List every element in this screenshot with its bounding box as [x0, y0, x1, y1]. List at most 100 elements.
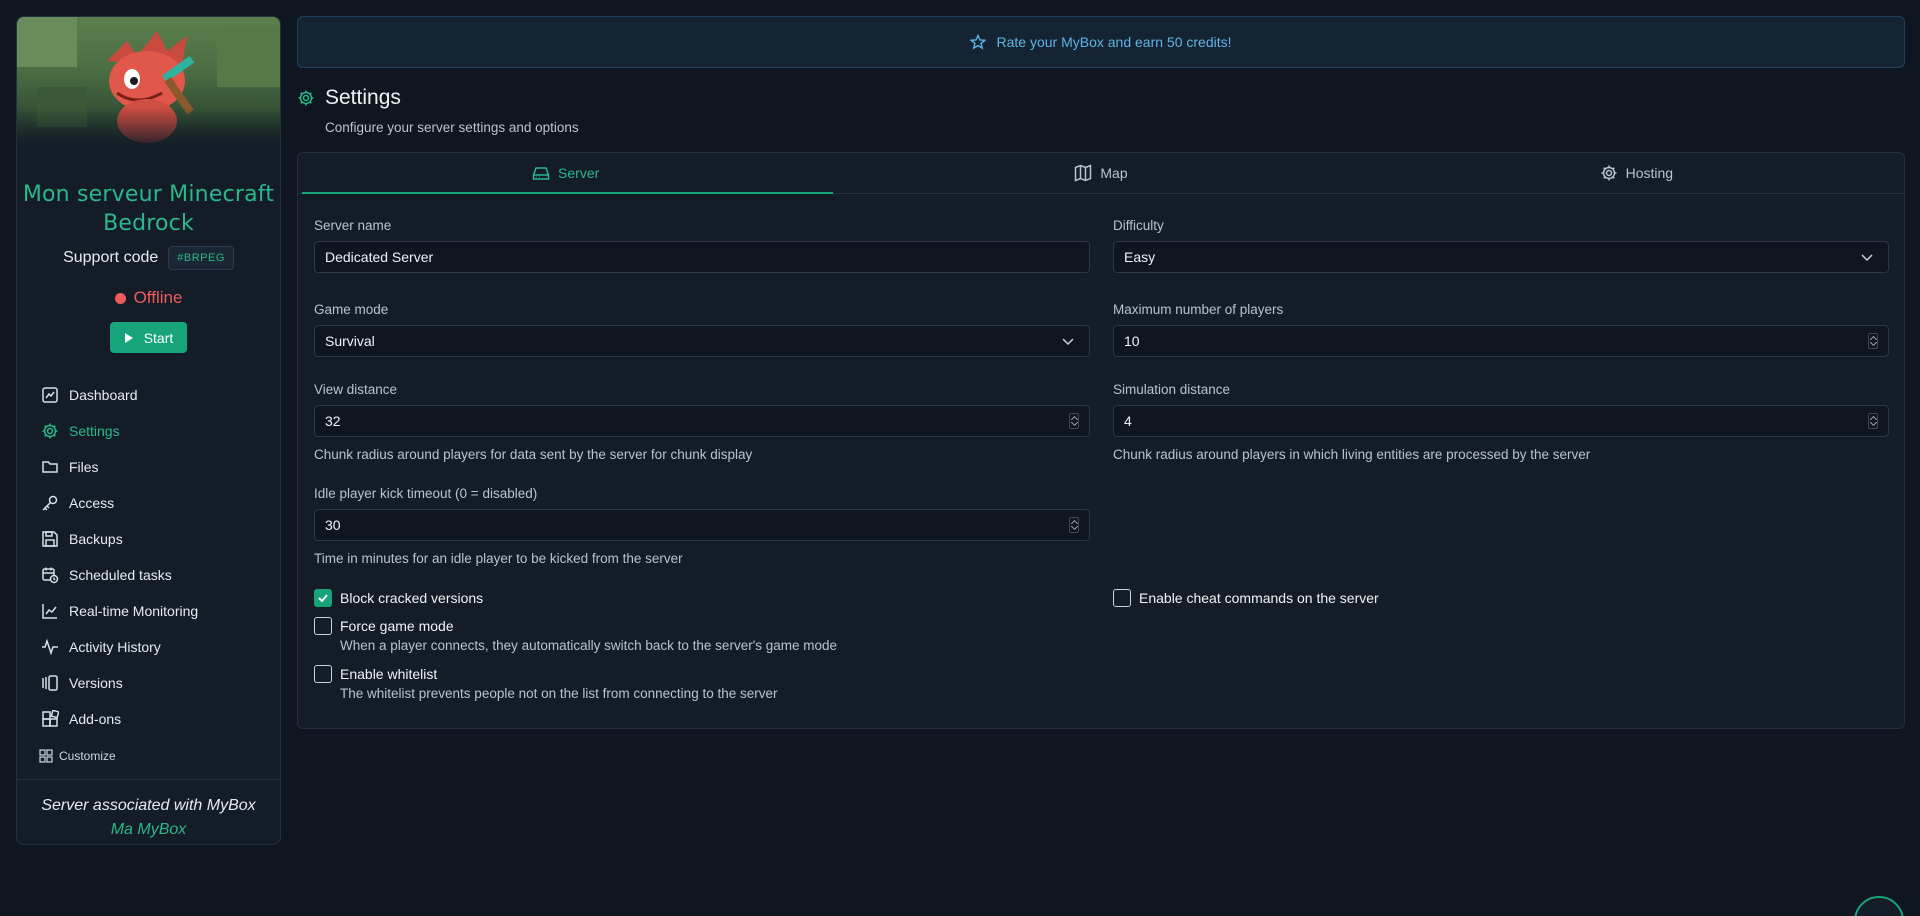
- save-icon: [42, 531, 58, 547]
- server-name-label: Server name: [314, 218, 392, 233]
- mybox-link[interactable]: Ma MyBox: [17, 818, 280, 842]
- start-button[interactable]: Start: [110, 322, 187, 353]
- chart-line-icon: [42, 604, 57, 619]
- whitelist-desc: The whitelist prevents people not on the…: [340, 686, 778, 701]
- sidebar-item-scheduled-tasks[interactable]: Scheduled tasks: [17, 557, 280, 593]
- sidebar-item-activity-history[interactable]: Activity History: [17, 629, 280, 665]
- server-name: Mon serveur Minecraft Bedrock: [22, 182, 275, 236]
- tab-label: Hosting: [1625, 165, 1674, 181]
- difficulty-label: Difficulty: [1113, 218, 1164, 233]
- difficulty-select[interactable]: Easy: [1113, 241, 1889, 273]
- sidebar-item-dashboard[interactable]: Dashboard: [17, 377, 280, 413]
- sidebar-item-backups[interactable]: Backups: [17, 521, 280, 557]
- sidebar-item-access[interactable]: Access: [17, 485, 280, 521]
- calendar-clock-icon: [42, 567, 59, 584]
- block-cracked-checkbox-row[interactable]: Block cracked versions: [314, 588, 483, 608]
- simulation-distance-help: Chunk radius around players in which liv…: [1113, 447, 1591, 462]
- page-subtitle: Configure your server settings and optio…: [325, 120, 579, 135]
- sidebar-item-settings[interactable]: Settings: [17, 413, 280, 449]
- server-status: Offline: [17, 288, 280, 308]
- max-players-field: Maximum number of players 10: [1113, 302, 1889, 357]
- status-text: Offline: [133, 288, 183, 307]
- dashboard-icon: [42, 387, 58, 403]
- idle-timeout-help: Time in minutes for an idle player to be…: [314, 551, 683, 566]
- cheats-label: Enable cheat commands on the server: [1139, 590, 1379, 606]
- whitelist-label: Enable whitelist: [340, 666, 438, 682]
- customize-link[interactable]: Customize: [17, 749, 280, 763]
- checkmark-icon: [318, 594, 328, 603]
- force-gamemode-checkbox[interactable]: [314, 617, 332, 635]
- support-code-badge[interactable]: #BRPEG: [168, 246, 234, 270]
- force-gamemode-desc: When a player connects, they automatical…: [340, 638, 838, 653]
- sidebar-item-label: Access: [69, 495, 115, 511]
- gear-icon: [1601, 165, 1617, 181]
- sidebar-item-label: Backups: [69, 531, 123, 547]
- folder-icon: [42, 461, 58, 473]
- promo-text: Rate your MyBox and earn 50 credits!: [996, 34, 1232, 50]
- simulation-distance-label: Simulation distance: [1113, 382, 1231, 397]
- cheats-checkbox-row[interactable]: Enable cheat commands on the server: [1113, 588, 1379, 608]
- view-distance-field: View distance 32 Chunk radius around pla…: [314, 382, 1090, 462]
- tab-map[interactable]: Map: [833, 153, 1368, 193]
- star-icon: [970, 34, 987, 50]
- mybox-association: Server associated with MyBox Ma MyBox: [17, 794, 280, 842]
- idle-timeout-input[interactable]: 30: [314, 509, 1090, 541]
- map-icon: [1075, 164, 1092, 182]
- chevron-down-icon: [1861, 254, 1873, 262]
- view-distance-label: View distance: [314, 382, 398, 397]
- idle-timeout-field: Idle player kick timeout (0 = disabled) …: [314, 486, 1090, 566]
- tab-server[interactable]: Server: [298, 153, 834, 194]
- view-distance-help: Chunk radius around players for data sen…: [314, 447, 753, 462]
- number-stepper-icon[interactable]: [1069, 413, 1079, 429]
- whitelist-checkbox-row[interactable]: Enable whitelist The whitelist prevents …: [314, 664, 777, 703]
- blocks-icon: [42, 710, 59, 727]
- sidebar: Mon serveur Minecraft Bedrock Support co…: [16, 16, 281, 845]
- grid-icon: [39, 749, 53, 763]
- settings-tabs: Server Map Hosting: [298, 153, 1904, 194]
- simulation-distance-input[interactable]: 4: [1113, 405, 1889, 437]
- sidebar-item-label: Settings: [69, 423, 120, 439]
- sidebar-item-versions[interactable]: Versions: [17, 665, 280, 701]
- block-cracked-checkbox[interactable]: [314, 589, 332, 607]
- mybox-association-text: Server associated with MyBox: [41, 797, 256, 814]
- chat-widget-icon[interactable]: [1854, 896, 1904, 916]
- support-code-label: Support code: [63, 249, 159, 266]
- number-stepper-icon[interactable]: [1868, 413, 1878, 429]
- sidebar-item-label: Versions: [69, 675, 123, 691]
- sidebar-item-label: Scheduled tasks: [69, 567, 172, 583]
- sidebar-item-files[interactable]: Files: [17, 449, 280, 485]
- sidebar-item-addons[interactable]: Add-ons: [17, 701, 280, 737]
- play-icon: [124, 332, 133, 343]
- view-distance-input[interactable]: 32: [314, 405, 1090, 437]
- gear-icon: [42, 423, 58, 439]
- drive-icon: [532, 167, 550, 180]
- sidebar-item-label: Add-ons: [69, 711, 122, 727]
- page-header: Settings Configure your server settings …: [297, 86, 579, 135]
- activity-icon: [42, 638, 58, 656]
- status-dot-icon: [114, 292, 126, 304]
- max-players-input[interactable]: 10: [1113, 325, 1889, 357]
- sidebar-nav: Dashboard Settings Files Access Backups …: [17, 377, 280, 737]
- game-mode-field: Game mode Survival: [314, 302, 1090, 357]
- sidebar-divider: [17, 779, 280, 780]
- tab-label: Server: [558, 165, 600, 181]
- start-button-label: Start: [143, 329, 174, 346]
- chevron-down-icon: [1062, 338, 1074, 346]
- number-stepper-icon[interactable]: [1069, 517, 1079, 533]
- sidebar-item-label: Dashboard: [69, 387, 138, 403]
- whitelist-checkbox[interactable]: [314, 665, 332, 683]
- rate-mybox-banner[interactable]: Rate your MyBox and earn 50 credits!: [297, 16, 1905, 68]
- difficulty-field: Difficulty Easy: [1113, 218, 1889, 273]
- sidebar-item-label: Activity History: [69, 639, 161, 655]
- force-gamemode-checkbox-row[interactable]: Force game mode When a player connects, …: [314, 616, 837, 655]
- game-mode-label: Game mode: [314, 302, 389, 317]
- tab-hosting[interactable]: Hosting: [1369, 153, 1904, 193]
- server-name-input[interactable]: Dedicated Server: [314, 241, 1090, 273]
- max-players-label: Maximum number of players: [1113, 302, 1284, 317]
- game-mode-select[interactable]: Survival: [314, 325, 1090, 357]
- tab-label: Map: [1100, 165, 1128, 181]
- sidebar-item-monitoring[interactable]: Real-time Monitoring: [17, 593, 280, 629]
- gear-icon: [298, 90, 314, 106]
- number-stepper-icon[interactable]: [1868, 333, 1878, 349]
- cheats-checkbox[interactable]: [1113, 589, 1131, 607]
